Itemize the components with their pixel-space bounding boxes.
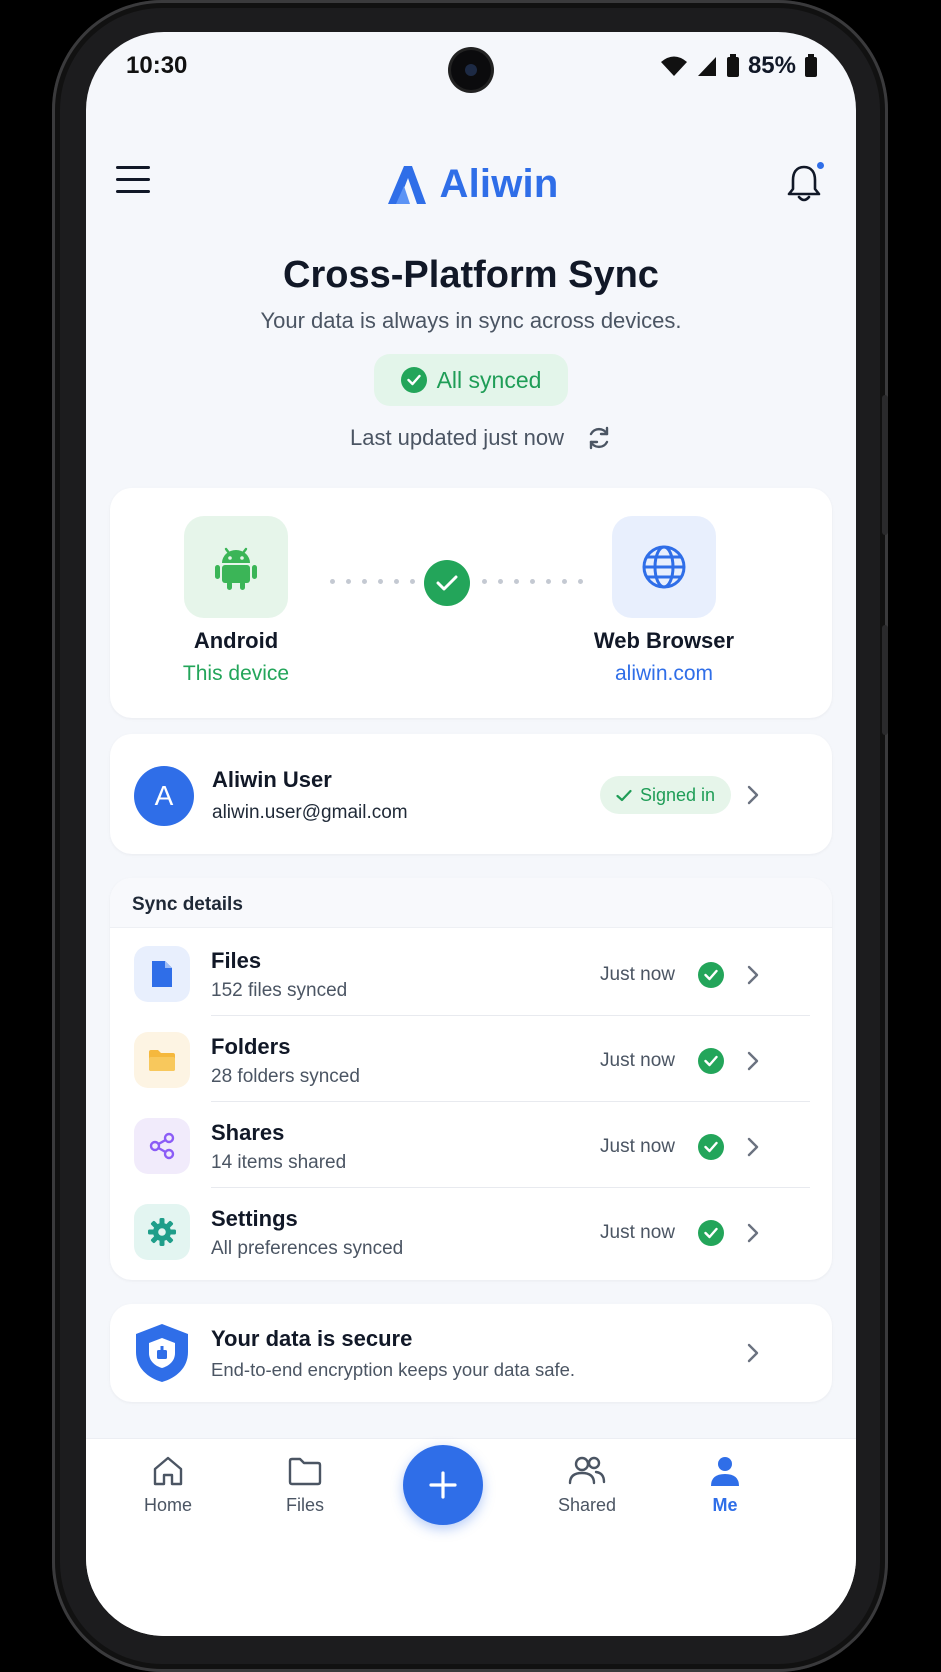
nav-home-label: Home	[143, 1495, 192, 1515]
bottom-navigation: Home Files Shared Me	[86, 1438, 856, 1636]
android-device-sub: This device	[182, 662, 290, 685]
avatar: A	[134, 766, 194, 826]
check-circle-icon	[400, 367, 427, 393]
share-icon	[134, 1118, 190, 1174]
gear-icon	[134, 1204, 190, 1260]
last-updated: Last updated just now	[86, 425, 856, 451]
sync-row-settings[interactable]: Settings All preferences synced Just now	[110, 1188, 832, 1274]
home-icon	[153, 1456, 183, 1486]
web-device-link[interactable]: aliwin.com	[544, 662, 784, 686]
row-time: Just now	[600, 1136, 675, 1157]
shield-icon	[136, 1324, 188, 1382]
sync-check-icon	[424, 560, 470, 606]
checkmark-icon	[616, 789, 632, 801]
nav-shared[interactable]: Shared	[532, 1453, 642, 1516]
signed-in-label: Signed in	[640, 784, 716, 805]
chevron-right-icon	[747, 1223, 759, 1243]
plus-icon	[429, 1471, 457, 1499]
sync-line-left	[330, 579, 431, 584]
row-subtitle: 14 items shared	[211, 1152, 347, 1173]
signed-in-badge: Signed in	[600, 776, 732, 814]
sync-status-label: All synced	[436, 366, 542, 393]
row-title: Files	[211, 948, 262, 973]
account-name: Aliwin User	[212, 767, 332, 792]
account-email: aliwin.user@gmail.com	[212, 802, 408, 823]
nav-shared-label: Shared	[557, 1495, 617, 1515]
row-subtitle: 152 files synced	[211, 980, 348, 1001]
nav-home[interactable]: Home	[113, 1453, 223, 1516]
row-title: Folders	[211, 1034, 291, 1059]
status-indicators: 85%	[660, 52, 818, 80]
check-circle-icon	[698, 1220, 724, 1246]
security-title: Your data is secure	[211, 1326, 413, 1351]
row-title: Settings	[211, 1206, 298, 1231]
row-time: Just now	[600, 1222, 675, 1243]
android-device-tile	[184, 516, 288, 618]
sync-row-shares[interactable]: Shares 14 items shared Just now	[110, 1102, 832, 1188]
chevron-right-icon	[747, 1343, 759, 1363]
sync-row-folders[interactable]: Folders 28 folders synced Just now	[110, 1016, 832, 1102]
check-circle-icon	[698, 1048, 724, 1074]
row-subtitle: All preferences synced	[211, 1238, 404, 1259]
power-button	[882, 625, 888, 735]
row-title: Shares	[211, 1120, 285, 1145]
battery-percent: 85%	[747, 52, 796, 79]
nav-me[interactable]: Me	[670, 1453, 780, 1516]
battery-saver-icon	[726, 54, 739, 77]
security-subtitle: End-to-end encryption keeps your data sa…	[211, 1359, 576, 1380]
status-time: 10:30	[126, 52, 188, 79]
app-header: Aliwin	[86, 142, 856, 222]
chevron-right-icon	[747, 1137, 759, 1157]
check-circle-icon	[698, 1134, 724, 1160]
chevron-right-icon	[747, 1051, 759, 1071]
row-time: Just now	[600, 964, 675, 985]
web-device-tile	[612, 516, 716, 618]
people-icon	[568, 1456, 606, 1485]
nav-me-label: Me	[712, 1495, 738, 1515]
page-title: Cross-Platform Sync	[283, 254, 659, 296]
globe-icon	[642, 545, 686, 589]
notification-badge	[815, 160, 826, 171]
page-subtitle: Your data is always in sync across devic…	[260, 308, 682, 333]
refresh-icon[interactable]	[586, 425, 612, 451]
brand-name: Aliwin	[439, 162, 559, 206]
sync-row-files[interactable]: Files 152 files synced Just now	[110, 930, 832, 1016]
account-card[interactable]: A Aliwin User aliwin.user@gmail.com Sign…	[110, 734, 832, 854]
android-device-name: Android	[193, 628, 279, 653]
last-updated-text: Last updated just now	[349, 425, 565, 450]
brand-logo: Aliwin	[86, 162, 856, 207]
sync-details-heading: Sync details	[110, 878, 832, 928]
sync-details-card: Sync details Files 152 files synced Just…	[110, 878, 832, 1280]
add-button[interactable]	[403, 1445, 483, 1525]
battery-icon	[805, 54, 817, 77]
file-icon	[134, 946, 190, 1002]
security-card[interactable]: Your data is secure End-to-end encryptio…	[110, 1304, 832, 1402]
nav-files[interactable]: Files	[250, 1453, 360, 1516]
front-camera	[451, 50, 491, 90]
app-screen: 10:30 85% Aliwin Cross-Platform Sync You…	[86, 32, 856, 1636]
notifications-button[interactable]	[786, 160, 826, 204]
android-icon	[215, 547, 257, 590]
check-circle-icon	[698, 962, 724, 988]
chevron-right-icon[interactable]	[746, 784, 760, 806]
row-subtitle: 28 folders synced	[211, 1066, 360, 1087]
status-bar: 10:30 85%	[86, 32, 856, 104]
sync-line-right	[482, 579, 583, 584]
sync-status-badge: All synced	[374, 354, 568, 406]
signal-icon	[697, 57, 716, 76]
aliwin-logo-icon	[387, 165, 426, 204]
folder-icon	[134, 1032, 190, 1088]
wifi-icon	[660, 56, 687, 76]
nav-files-label: Files	[285, 1495, 324, 1515]
row-time: Just now	[600, 1050, 675, 1071]
volume-button	[882, 395, 888, 535]
device-sync-card: Android This device Web Browser aliwin.c…	[110, 488, 832, 718]
person-icon	[711, 1457, 739, 1486]
web-device-name: Web Browser	[593, 628, 735, 653]
chevron-right-icon	[747, 965, 759, 985]
folder-icon	[288, 1457, 322, 1486]
